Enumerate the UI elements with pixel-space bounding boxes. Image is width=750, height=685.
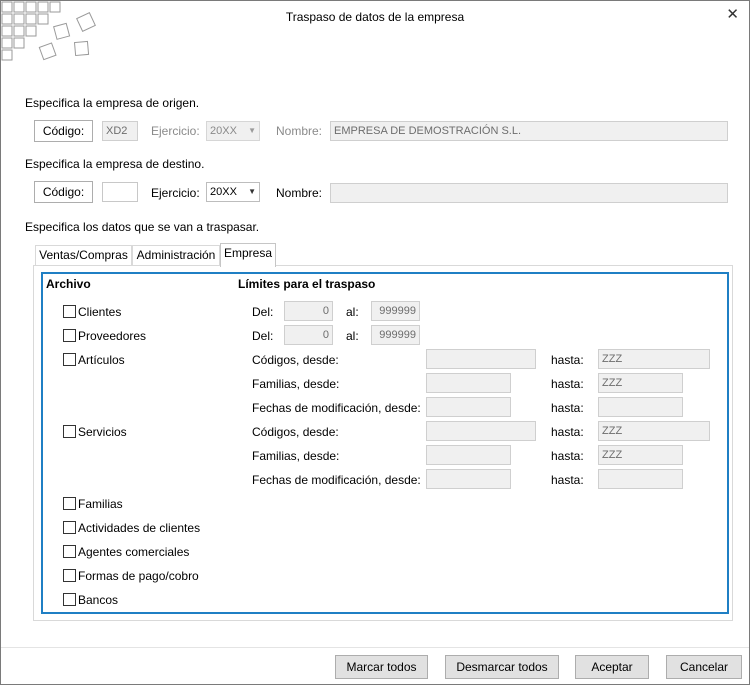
servicios-checkbox[interactable] bbox=[63, 425, 76, 438]
servicios-codigos-desde-field[interactable] bbox=[426, 421, 536, 441]
cancelar-button[interactable]: Cancelar bbox=[666, 655, 742, 679]
servicios-fechas-label: Fechas de modificación, desde: bbox=[252, 473, 421, 487]
destino-nombre-label: Nombre: bbox=[276, 186, 323, 200]
servicios-codigos-hasta-field[interactable]: ZZZ bbox=[598, 421, 710, 441]
dialog-window: Traspaso de datos de la empresa ✕ Especi… bbox=[0, 0, 750, 685]
stacked-squares-logo-icon bbox=[1, 1, 96, 61]
articulos-fechas-hasta-field[interactable] bbox=[598, 397, 683, 417]
servicios-familias-desde-field[interactable] bbox=[426, 445, 511, 465]
servicios-familias-label: Familias, desde: bbox=[252, 449, 340, 463]
origen-ejercicio-select[interactable]: 20XX ▼ bbox=[206, 121, 260, 141]
clientes-label[interactable]: Clientes bbox=[78, 305, 121, 319]
origen-heading: Especifica la empresa de origen. bbox=[25, 96, 200, 110]
transfer-group-box bbox=[41, 272, 729, 614]
bancos-checkbox[interactable] bbox=[63, 593, 76, 606]
articulos-codigos-hasta-label: hasta: bbox=[551, 353, 584, 367]
limites-header: Límites para el traspaso bbox=[238, 277, 376, 291]
proveedores-label[interactable]: Proveedores bbox=[78, 329, 146, 343]
tab-administracion[interactable]: Administración bbox=[132, 245, 220, 266]
destino-ejercicio-value: 20XX bbox=[210, 186, 237, 198]
origen-ejercicio-label: Ejercicio: bbox=[151, 124, 200, 138]
articulos-familias-label: Familias, desde: bbox=[252, 377, 340, 391]
destino-nombre-field[interactable] bbox=[330, 183, 728, 203]
origen-nombre-label: Nombre: bbox=[276, 124, 323, 138]
servicios-codigos-label: Códigos, desde: bbox=[252, 425, 339, 439]
destino-codigo-field[interactable] bbox=[102, 182, 138, 202]
servicios-fechas-hasta-field[interactable] bbox=[598, 469, 683, 489]
articulos-familias-hasta-field[interactable]: ZZZ bbox=[598, 373, 683, 393]
origen-ejercicio-value: 20XX bbox=[210, 125, 237, 137]
destino-ejercicio-label: Ejercicio: bbox=[151, 186, 200, 200]
servicios-familias-hasta-field[interactable]: ZZZ bbox=[598, 445, 683, 465]
marcar-todos-button[interactable]: Marcar todos bbox=[335, 655, 428, 679]
articulos-fechas-desde-field[interactable] bbox=[426, 397, 511, 417]
servicios-codigos-hasta-label: hasta: bbox=[551, 425, 584, 439]
datos-heading: Especifica los datos que se van a traspa… bbox=[25, 220, 260, 234]
agentes-checkbox[interactable] bbox=[63, 545, 76, 558]
servicios-familias-hasta-label: hasta: bbox=[551, 449, 584, 463]
proveedores-del-label: Del: bbox=[252, 329, 274, 343]
articulos-codigos-hasta-field[interactable]: ZZZ bbox=[598, 349, 710, 369]
articulos-codigos-label: Códigos, desde: bbox=[252, 353, 339, 367]
destino-heading: Especifica la empresa de destino. bbox=[25, 157, 205, 171]
destino-codigo-button[interactable]: Código: bbox=[34, 181, 93, 203]
articulos-checkbox[interactable] bbox=[63, 353, 76, 366]
servicios-fechas-hasta-label: hasta: bbox=[551, 473, 584, 487]
formas-pago-label[interactable]: Formas de pago/cobro bbox=[78, 569, 199, 583]
window-title: Traspaso de datos de la empresa bbox=[285, 10, 465, 24]
tab-ventas-compras[interactable]: Ventas/Compras bbox=[35, 245, 132, 266]
clientes-al-label: al: bbox=[346, 305, 359, 319]
archivo-header: Archivo bbox=[46, 277, 91, 291]
chevron-down-icon: ▼ bbox=[248, 126, 256, 135]
footer-separator bbox=[1, 647, 749, 648]
destino-ejercicio-select[interactable]: 20XX ▼ bbox=[206, 182, 260, 202]
servicios-label[interactable]: Servicios bbox=[78, 425, 127, 439]
familias-label[interactable]: Familias bbox=[78, 497, 123, 511]
clientes-al-field[interactable]: 999999 bbox=[371, 301, 420, 321]
actividades-checkbox[interactable] bbox=[63, 521, 76, 534]
proveedores-del-field[interactable]: 0 bbox=[284, 325, 333, 345]
familias-checkbox[interactable] bbox=[63, 497, 76, 510]
articulos-fechas-label: Fechas de modificación, desde: bbox=[252, 401, 421, 415]
chevron-down-icon: ▼ bbox=[248, 187, 256, 196]
aceptar-button[interactable]: Aceptar bbox=[575, 655, 649, 679]
agentes-label[interactable]: Agentes comerciales bbox=[78, 545, 189, 559]
origen-nombre-field[interactable]: EMPRESA DE DEMOSTRACIÓN S.L. bbox=[330, 121, 728, 141]
bancos-label[interactable]: Bancos bbox=[78, 593, 118, 607]
proveedores-al-label: al: bbox=[346, 329, 359, 343]
actividades-label[interactable]: Actividades de clientes bbox=[78, 521, 200, 535]
articulos-label[interactable]: Artículos bbox=[78, 353, 125, 367]
articulos-familias-hasta-label: hasta: bbox=[551, 377, 584, 391]
desmarcar-todos-button[interactable]: Desmarcar todos bbox=[445, 655, 559, 679]
servicios-fechas-desde-field[interactable] bbox=[426, 469, 511, 489]
clientes-checkbox[interactable] bbox=[63, 305, 76, 318]
articulos-codigos-desde-field[interactable] bbox=[426, 349, 536, 369]
title-bar: Traspaso de datos de la empresa ✕ bbox=[1, 1, 749, 37]
clientes-del-field[interactable]: 0 bbox=[284, 301, 333, 321]
origen-codigo-button[interactable]: Código: bbox=[34, 120, 93, 142]
origen-codigo-field[interactable]: XD2 bbox=[102, 121, 138, 141]
articulos-familias-desde-field[interactable] bbox=[426, 373, 511, 393]
tab-empresa[interactable]: Empresa bbox=[220, 243, 276, 267]
close-icon[interactable]: ✕ bbox=[726, 5, 739, 23]
articulos-fechas-hasta-label: hasta: bbox=[551, 401, 584, 415]
formas-pago-checkbox[interactable] bbox=[63, 569, 76, 582]
proveedores-checkbox[interactable] bbox=[63, 329, 76, 342]
proveedores-al-field[interactable]: 999999 bbox=[371, 325, 420, 345]
clientes-del-label: Del: bbox=[252, 305, 274, 319]
